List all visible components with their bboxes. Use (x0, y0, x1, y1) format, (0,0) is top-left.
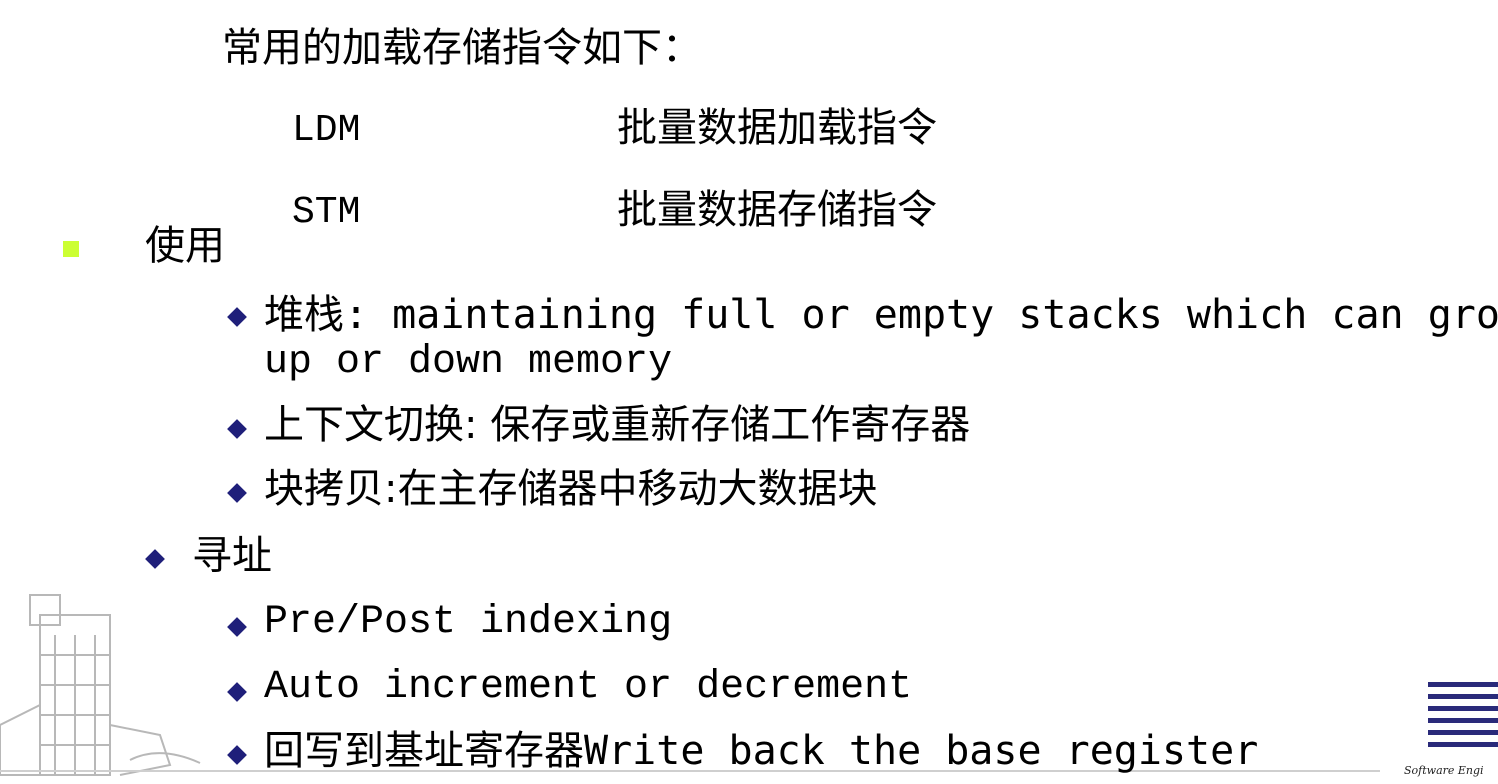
diamond-bullet-icon (145, 549, 165, 569)
usage-heading: 使用 (145, 223, 225, 269)
usage-context-switch: 上下文切换: 保存或重新存储工作寄存器 (264, 402, 971, 448)
square-bullet-icon (63, 241, 79, 257)
instruction-mnemonic-stm: STM (292, 191, 361, 234)
diamond-bullet-icon (227, 745, 247, 765)
addressing-writeback: 回写到基址寄存器Write back the base register (264, 728, 1259, 774)
usage-stack-line2: up or down memory (264, 340, 673, 385)
addressing-auto: Auto increment or decrement (264, 665, 913, 710)
usage-stack-line1: 堆栈: maintaining full or empty stacks whi… (264, 292, 1498, 338)
instruction-mnemonic-ldm: LDM (292, 109, 361, 152)
building-watermark-image (0, 594, 201, 776)
intro-text: 常用的加载存储指令如下： (222, 25, 702, 71)
diamond-bullet-icon (227, 419, 247, 439)
diamond-bullet-icon (227, 682, 247, 702)
software-engineering-logo-icon: Software Engi (1404, 682, 1498, 777)
logo-caption: Software Engi (1404, 764, 1484, 777)
instruction-desc-stm: 批量数据存储指令 (617, 187, 937, 233)
diamond-bullet-icon (227, 483, 247, 503)
addressing-pre-post: Pre/Post indexing (264, 600, 673, 645)
diamond-bullet-icon (227, 617, 247, 637)
instruction-desc-ldm: 批量数据加载指令 (617, 105, 937, 151)
diamond-bullet-icon (227, 307, 247, 327)
addressing-heading: 寻址 (192, 533, 272, 579)
usage-block-copy: 块拷贝:在主存储器中移动大数据块 (264, 466, 878, 512)
